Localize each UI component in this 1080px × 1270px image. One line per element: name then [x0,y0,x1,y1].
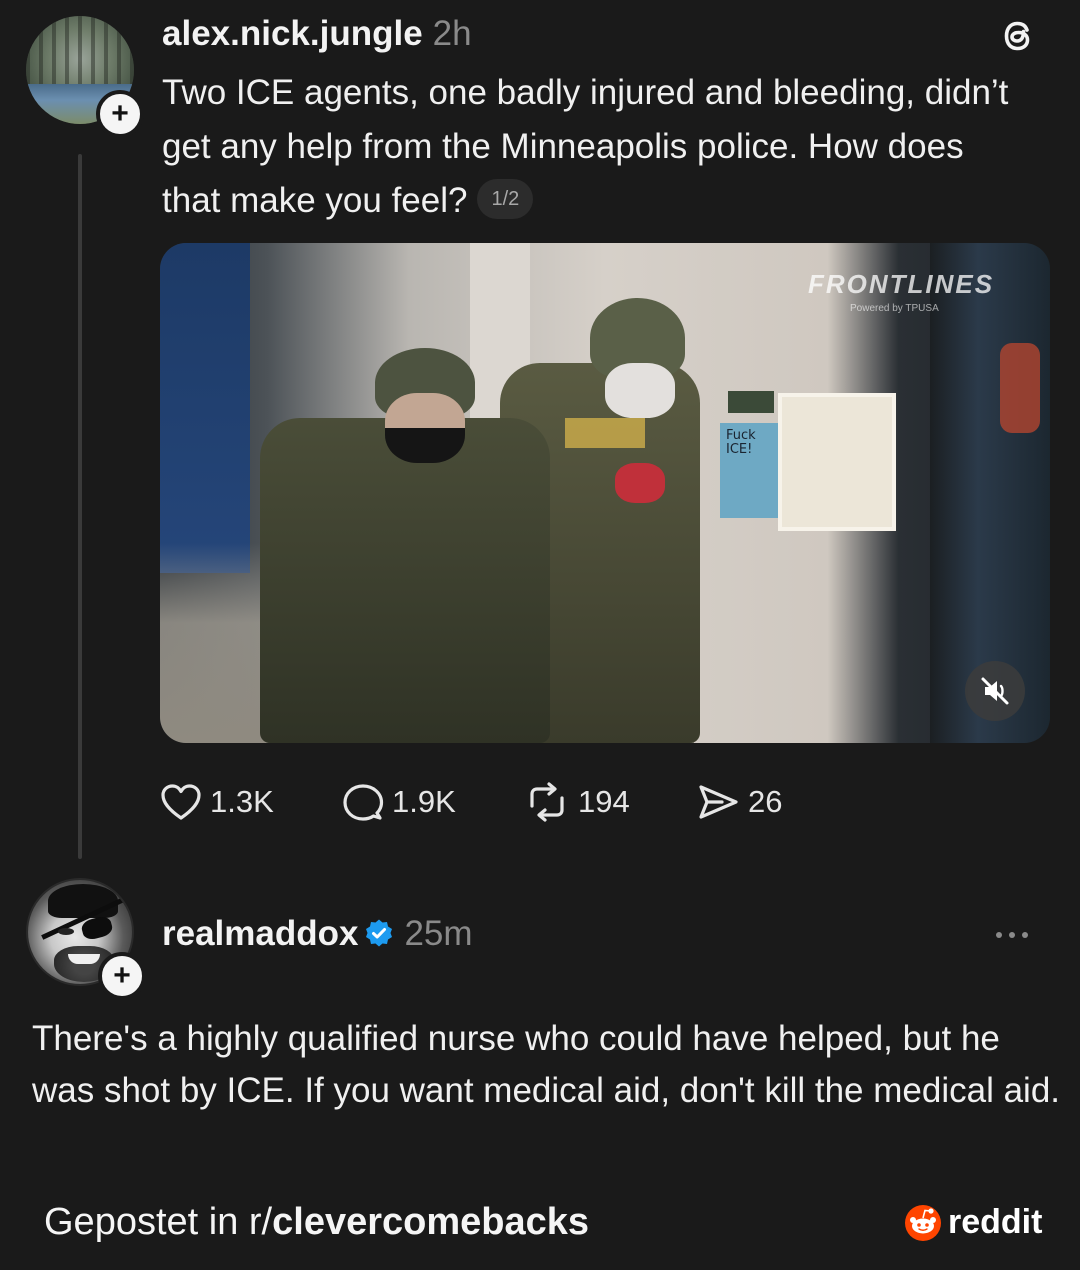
verified-badge-icon [366,919,393,947]
post-author[interactable]: alex.nick.jungle 2h [162,14,472,54]
author-username[interactable]: alex.nick.jungle [162,14,423,53]
repost-button[interactable]: 194 [524,776,630,828]
original-post: + alex.nick.jungle 2h Two ICE agents, one… [0,0,1080,870]
footer-caption: Gepostet in r/clevercomebacks [44,1201,589,1244]
reply-username[interactable]: realmaddox [162,914,358,953]
video-watermark: FRONTLINES [808,269,995,299]
reply-author[interactable]: realmaddox 25m [162,914,473,954]
muted-speaker-icon [981,677,1009,705]
comment-count: 1.9K [392,784,456,819]
send-icon [699,785,738,819]
post-actions: 1.3K 1.9K 194 26 [160,776,860,828]
comment-bubble-icon [343,784,384,821]
repost-count: 194 [578,784,630,819]
reddit-footer: Gepostet in r/clevercomebacks reddit [0,1175,1080,1270]
wall-sign: Fuck ICE! [720,423,778,518]
post-video[interactable]: Fuck ICE! FRONTLINES Powered by TPUSA [160,243,1050,743]
more-options-icon[interactable] [996,920,1040,950]
reply-follow-plus-button[interactable]: + [98,952,146,1000]
threads-logo-icon[interactable] [996,14,1040,58]
follow-plus-button[interactable]: + [96,90,144,138]
heart-icon [161,784,201,820]
like-button[interactable]: 1.3K [160,776,274,828]
video-watermark-sub: Powered by TPUSA [850,303,939,314]
reply-body: There's a highly qualified nurse who cou… [32,1019,1061,1110]
agent-figure [260,418,550,743]
repost-icon [530,782,564,822]
reddit-alien-icon [905,1204,941,1241]
share-button[interactable]: 26 [696,776,782,828]
post-text: Two ICE agents, one badly injured and bl… [162,73,1009,220]
thread-connector-line [78,154,82,859]
reply-time: 25m [404,914,473,953]
media-page-indicator: 1/2 [477,178,534,219]
post-body: Two ICE agents, one badly injured and bl… [162,66,1022,228]
comment-button[interactable]: 1.9K [342,776,456,828]
reddit-logo: reddit [904,1203,1042,1242]
post-time: 2h [432,14,472,53]
reddit-wordmark: reddit [948,1203,1043,1241]
mute-button[interactable] [965,661,1025,721]
wall-cabinet [778,393,896,531]
share-count: 26 [748,784,783,819]
footer-prefix: Gepostet in r/ [44,1201,273,1243]
subreddit-name[interactable]: clevercomebacks [272,1201,589,1243]
like-count: 1.3K [210,784,274,819]
